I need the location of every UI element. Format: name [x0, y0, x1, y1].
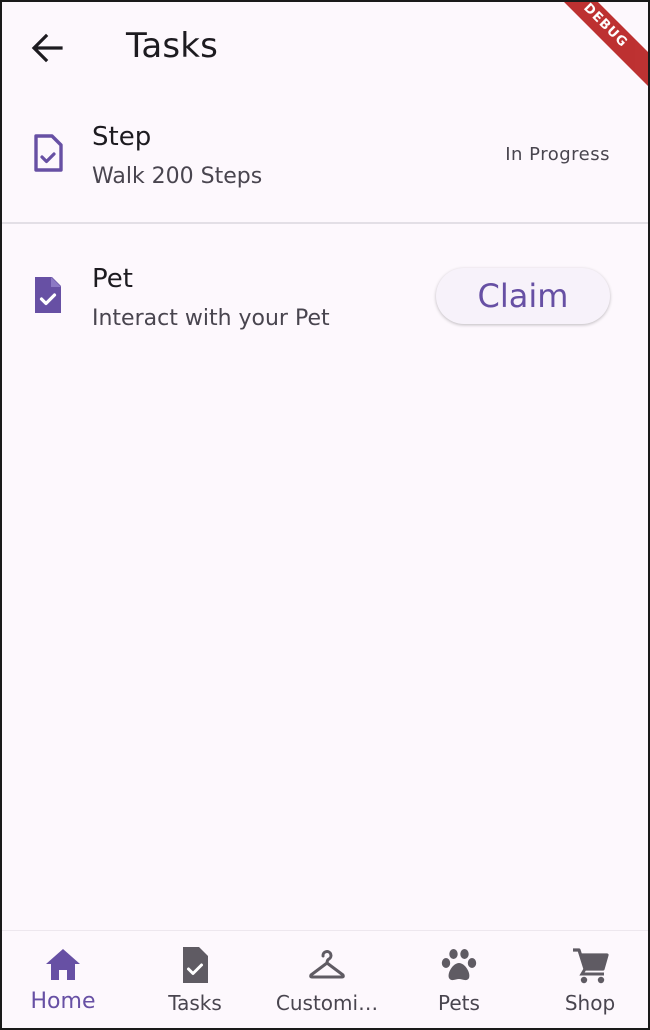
- arrow-back-icon: [31, 33, 63, 63]
- back-button[interactable]: [24, 28, 70, 68]
- nav-item-home[interactable]: Home: [2, 931, 128, 1028]
- status-label: In Progress: [505, 144, 610, 165]
- divider: [2, 222, 648, 224]
- home-icon: [46, 949, 80, 980]
- nav-item-customize[interactable]: Customi…: [262, 931, 392, 1028]
- bottom-navigation: Home Tasks Customi… Pets Shop: [2, 930, 648, 1028]
- task-outline-icon: [34, 134, 63, 172]
- task-subtitle: Walk 200 Steps: [92, 164, 263, 189]
- task-title: Step: [92, 122, 152, 152]
- page-title: Tasks: [126, 26, 219, 66]
- task-item-step[interactable]: Step Walk 200 Steps In Progress: [2, 102, 648, 222]
- nav-label: Shop: [564, 991, 616, 1015]
- claim-button[interactable]: Claim: [436, 268, 610, 324]
- nav-label: Pets: [438, 991, 480, 1015]
- task-icon: [183, 947, 208, 983]
- nav-label: Home: [30, 989, 96, 1014]
- hanger-icon: [309, 950, 345, 979]
- task-item-pet[interactable]: Pet Interact with your Pet Claim: [2, 244, 648, 364]
- paw-icon: [441, 949, 477, 981]
- nav-item-pets[interactable]: Pets: [394, 931, 524, 1028]
- nav-label: Tasks: [168, 991, 222, 1015]
- task-subtitle: Interact with your Pet: [92, 306, 330, 331]
- app-screen: Tasks DEBUG Step Walk 200 Steps In Progr…: [0, 0, 650, 1030]
- debug-banner: DEBUG: [543, 2, 648, 88]
- task-filled-icon: [35, 277, 61, 313]
- task-title: Pet: [92, 264, 133, 294]
- nav-item-tasks[interactable]: Tasks: [130, 931, 260, 1028]
- cart-icon: [573, 948, 609, 984]
- nav-label: Customi…: [275, 991, 379, 1015]
- app-bar: Tasks DEBUG: [2, 2, 648, 94]
- nav-item-shop[interactable]: Shop: [525, 931, 648, 1028]
